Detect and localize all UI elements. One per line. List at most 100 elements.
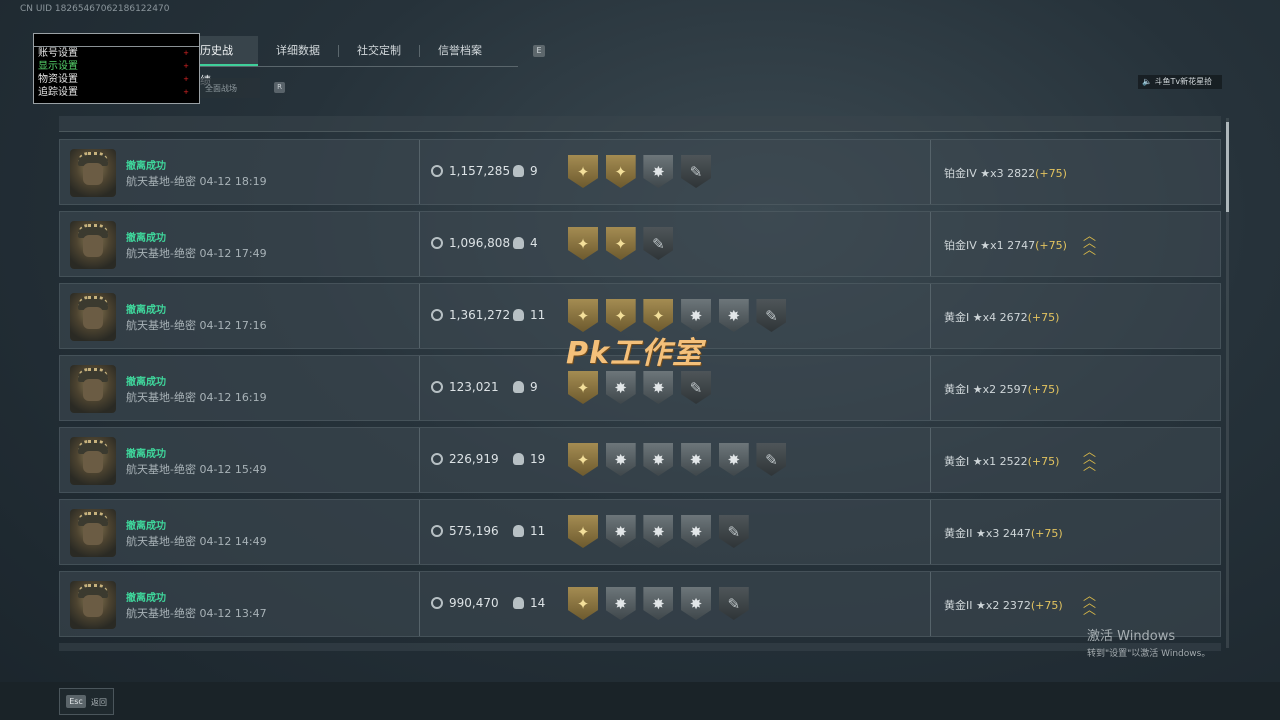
column-divider xyxy=(930,572,931,636)
uid-label: CN UID 18265467062186122470 xyxy=(20,4,170,14)
tab-details[interactable]: 详细数据 xyxy=(258,36,338,66)
rank-gain: (+75) xyxy=(1035,167,1067,180)
match-kills: 11 xyxy=(530,524,546,538)
rank-gain: (+75) xyxy=(1035,239,1067,252)
match-value: 990,470 xyxy=(449,596,499,610)
column-divider xyxy=(419,212,420,276)
face-icon xyxy=(83,235,103,257)
match-status: 撤离成功 xyxy=(126,449,166,460)
rank-gain: (+75) xyxy=(1027,455,1060,468)
menu-item-supply-settings[interactable]: 物资设置 + xyxy=(34,73,199,86)
menu-item-label: 追踪设置 xyxy=(38,87,78,98)
menu-item-label: 显示设置 xyxy=(38,61,78,72)
medal-icon: ✦ xyxy=(605,227,636,260)
match-row[interactable]: 撤离成功 航天基地-绝密 04-12 18:19 1,157,285 9 ✦ ✦ ✸… xyxy=(59,139,1221,205)
medal-icon: ✸ xyxy=(681,515,712,548)
menu-arrow-icon: + xyxy=(183,75,189,83)
watermark-text: Pk工作室 xyxy=(566,336,703,371)
medal-list: ✦ ✦ ✎ xyxy=(568,227,681,260)
operator-avatar xyxy=(70,581,116,629)
medal-icon: ✸ xyxy=(681,587,712,620)
operator-avatar xyxy=(70,509,116,557)
activate-windows-notice: 激活 Windows 转到"设置"以激活 Windows。 xyxy=(1087,625,1210,659)
medal-icon: ✦ xyxy=(568,443,598,476)
activate-title: 激活 Windows xyxy=(1087,629,1176,644)
operator-avatar xyxy=(70,365,116,413)
match-status: 撤离成功 xyxy=(126,161,166,172)
menu-arrow-icon: + xyxy=(183,88,189,96)
match-value: 1,361,272 xyxy=(449,308,511,322)
match-status: 撤离成功 xyxy=(126,233,166,244)
menu-item-label: 物资设置 xyxy=(38,74,78,85)
rank-score: 黄金II ★x2 2372 xyxy=(944,599,1031,612)
tab-next-key[interactable]: E xyxy=(533,45,545,57)
match-row[interactable]: 撤离成功 航天基地-绝密 04-12 14:49 575,196 11 ✦ ✸ ✸ ✸… xyxy=(59,499,1221,565)
menu-arrow-icon: + xyxy=(183,49,189,57)
tab-reputation[interactable]: 信誉档案 xyxy=(420,36,500,66)
column-divider xyxy=(419,140,420,204)
column-divider xyxy=(930,212,931,276)
medal-list: ✦ ✸ ✸ ✸ ✸ ✎ xyxy=(568,443,794,476)
medal-icon: ✸ xyxy=(643,371,674,404)
medal-icon: ✸ xyxy=(605,371,636,404)
match-detail: 航天基地-绝密 04-12 14:49 xyxy=(126,535,267,548)
match-kills: 4 xyxy=(530,236,538,250)
column-divider xyxy=(930,140,931,204)
medal-icon: ✎ xyxy=(643,227,674,260)
menu-item-display-settings[interactable]: 显示设置 + xyxy=(34,60,199,73)
medal-icon: ✸ xyxy=(605,443,636,476)
match-row[interactable]: 撤离成功 航天基地-绝密 04-12 13:47 990,470 14 ✦ ✸ ✸ ✸… xyxy=(59,571,1221,637)
medal-list: ✦ ✦ ✸ ✎ xyxy=(568,155,719,188)
mode-filter-key[interactable]: R xyxy=(274,82,285,93)
skull-icon xyxy=(513,453,524,465)
esc-key-icon: Esc xyxy=(66,695,86,708)
rank-info: 铂金IV ★x1 2747(+75) xyxy=(944,237,1067,253)
medal-icon: ✦ xyxy=(568,155,598,188)
rank-score: 黄金I ★x1 2522 xyxy=(944,455,1028,468)
rank-gain: (+75) xyxy=(1027,311,1060,324)
skull-icon xyxy=(513,237,524,249)
coin-icon xyxy=(431,309,443,321)
medal-icon: ✸ xyxy=(605,515,636,548)
medal-list: ✦ ✸ ✸ ✸ ✎ xyxy=(568,515,756,548)
overlay-settings-menu: 账号设置 + 显示设置 + 物资设置 + 追踪设置 + xyxy=(33,33,200,104)
menu-item-account-settings[interactable]: 账号设置 + xyxy=(34,47,199,60)
match-value: 226,919 xyxy=(449,452,499,466)
medal-icon: ✸ xyxy=(681,443,712,476)
match-detail: 航天基地-绝密 04-12 13:47 xyxy=(126,607,267,620)
medal-icon: ✸ xyxy=(643,443,674,476)
skull-icon xyxy=(513,597,524,609)
menu-item-label: 账号设置 xyxy=(38,48,78,59)
medal-icon: ✸ xyxy=(643,587,674,620)
scrollbar-thumb[interactable] xyxy=(1226,122,1229,212)
medal-icon: ✦ xyxy=(568,515,598,548)
match-row[interactable]: 撤离成功 航天基地-绝密 04-12 17:49 1,096,808 4 ✦ ✦ ✎… xyxy=(59,211,1221,277)
column-divider xyxy=(930,284,931,348)
column-divider xyxy=(419,428,420,492)
list-item-partial xyxy=(59,116,1221,132)
face-icon xyxy=(83,163,103,185)
coin-icon xyxy=(431,237,443,249)
medal-icon: ✸ xyxy=(718,299,749,332)
match-detail: 航天基地-绝密 04-12 17:49 xyxy=(126,247,267,260)
match-kills: 11 xyxy=(530,308,546,322)
medal-icon: ✸ xyxy=(605,587,636,620)
skull-icon xyxy=(513,525,524,537)
mode-filter[interactable]: 全面战场 xyxy=(196,78,260,98)
face-icon xyxy=(83,307,103,329)
rank-score: 铂金IV ★x1 2747 xyxy=(944,239,1036,252)
match-row[interactable]: 撤离成功 航天基地-绝密 04-12 15:49 226,919 19 ✦ ✸ ✸ ✸… xyxy=(59,427,1221,493)
operator-avatar xyxy=(70,149,116,197)
face-icon xyxy=(83,523,103,545)
match-value: 575,196 xyxy=(449,524,499,538)
rank-up-chevron-icon: ︿ ︿ ︿ xyxy=(1083,229,1096,258)
tab-social[interactable]: 社交定制 xyxy=(339,36,419,66)
skull-icon xyxy=(513,309,524,321)
back-button[interactable]: Esc 返回 xyxy=(59,688,114,715)
menu-item-tracking-settings[interactable]: 追踪设置 + xyxy=(34,86,199,99)
rank-up-chevron-icon: ︿ ︿ ︿ xyxy=(1083,445,1096,474)
medal-icon: ✎ xyxy=(681,371,712,404)
skull-icon xyxy=(513,165,524,177)
face-icon xyxy=(83,451,103,473)
column-divider xyxy=(930,500,931,564)
